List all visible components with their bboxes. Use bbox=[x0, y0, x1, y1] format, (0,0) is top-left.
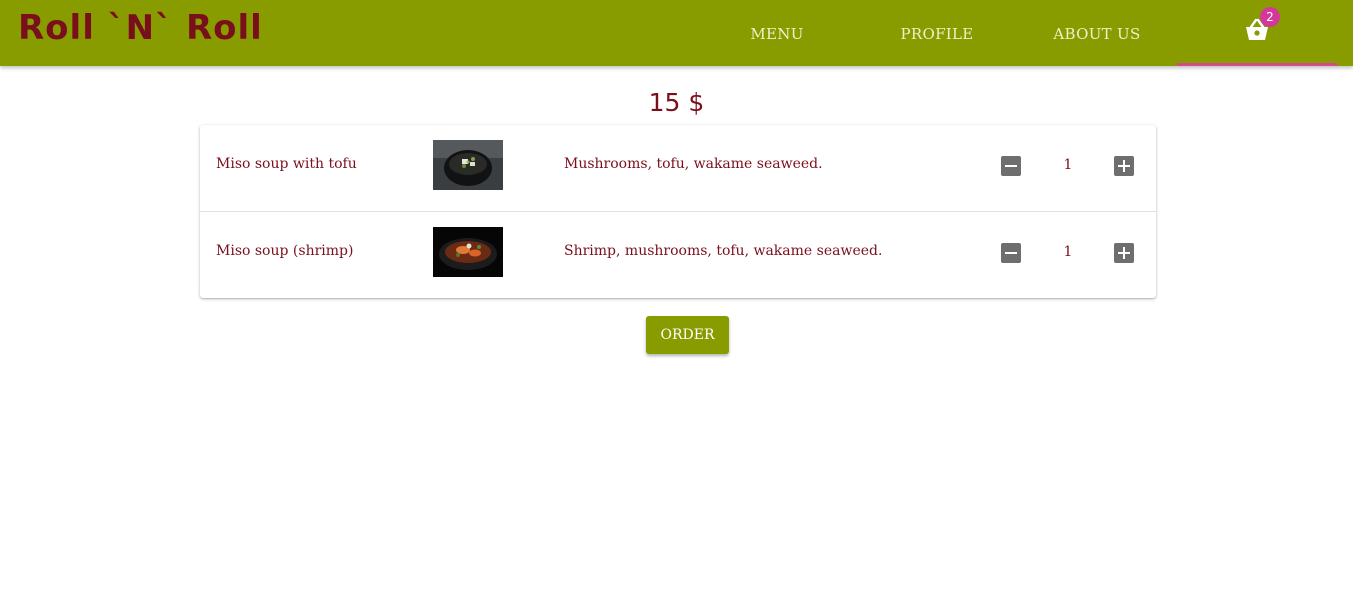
cart-table: Miso soup with tofu Mushrooms, tofu, wak… bbox=[200, 125, 1156, 298]
decrease-quantity-button[interactable] bbox=[1001, 243, 1021, 263]
minus-icon bbox=[1005, 165, 1017, 167]
tab-menu[interactable]: MENU bbox=[717, 0, 837, 66]
quantity-value: 1 bbox=[1063, 244, 1073, 260]
table-row: Miso soup (shrimp) Shrimp, mushrooms, to… bbox=[200, 212, 1156, 298]
order-button[interactable]: ORDER bbox=[646, 316, 729, 354]
tab-profile[interactable]: PROFILE bbox=[877, 0, 997, 66]
decrease-quantity-button[interactable] bbox=[1001, 156, 1021, 176]
miso-soup-shrimp-photo bbox=[433, 227, 503, 277]
active-tab-indicator bbox=[1177, 63, 1337, 66]
cart-count-badge: 2 bbox=[1260, 7, 1280, 27]
cart-total: 15 $ bbox=[648, 88, 705, 117]
brand-logo[interactable]: Roll `N` Roll bbox=[18, 8, 263, 48]
tab-about-us[interactable]: ABOUT US bbox=[1037, 0, 1157, 66]
item-description: Shrimp, mushrooms, tofu, wakame seaweed. bbox=[564, 243, 883, 259]
app-bar: Roll `N` Roll MENU PROFILE ABOUT US 2 bbox=[0, 0, 1353, 66]
item-description: Mushrooms, tofu, wakame seaweed. bbox=[564, 156, 823, 172]
increase-quantity-button[interactable] bbox=[1114, 156, 1134, 176]
item-name: Miso soup with tofu bbox=[216, 156, 357, 172]
table-row: Miso soup with tofu Mushrooms, tofu, wak… bbox=[200, 125, 1156, 212]
minus-icon bbox=[1005, 252, 1017, 254]
increase-quantity-button[interactable] bbox=[1114, 243, 1134, 263]
miso-soup-tofu-photo bbox=[433, 140, 503, 190]
quantity-value: 1 bbox=[1063, 157, 1073, 173]
item-name: Miso soup (shrimp) bbox=[216, 243, 354, 259]
